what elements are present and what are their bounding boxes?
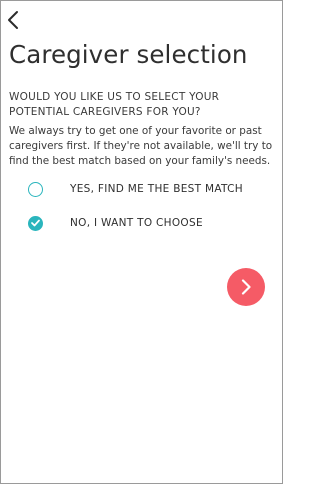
option-label: NO, I WANT TO CHOOSE — [70, 217, 203, 229]
radio-checked-icon[interactable] — [28, 215, 43, 231]
page-title: Caregiver selection — [9, 40, 248, 69]
option-choose[interactable]: NO, I WANT TO CHOOSE — [28, 214, 203, 232]
back-button[interactable] — [6, 10, 22, 30]
chevron-left-icon — [8, 11, 18, 29]
checkmark-icon — [31, 219, 40, 227]
chevron-right-icon — [241, 279, 251, 295]
next-button[interactable] — [227, 268, 265, 306]
radio-unchecked-icon[interactable] — [28, 181, 43, 197]
option-label: YES, FIND ME THE BEST MATCH — [70, 183, 243, 195]
app-screen: Caregiver selection WOULD YOU LIKE US TO… — [0, 0, 283, 484]
option-best-match[interactable]: YES, FIND ME THE BEST MATCH — [28, 180, 243, 198]
selection-description: We always try to get one of your favorit… — [9, 125, 273, 167]
selection-question: WOULD YOU LIKE US TO SELECT YOUR POTENTI… — [9, 91, 220, 118]
